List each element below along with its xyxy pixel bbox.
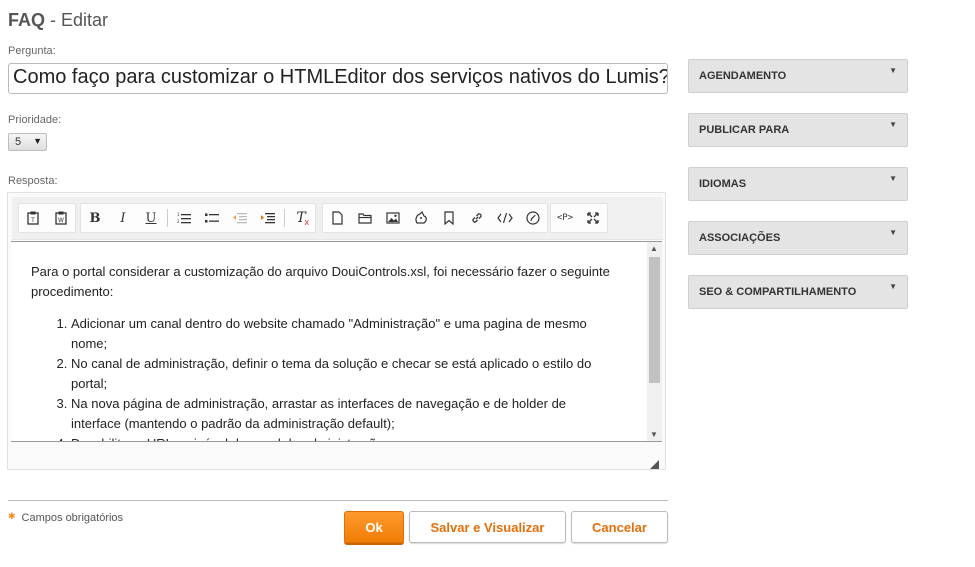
link-icon[interactable] [463, 205, 491, 231]
required-fields-note: ✱ Campos obrigatórios [8, 511, 123, 524]
outdent-icon[interactable] [226, 205, 254, 231]
panel-associacoes[interactable]: ASSOCIAÇÕES ▼ [688, 221, 908, 255]
chevron-down-icon: ▼ [889, 174, 897, 183]
maximize-icon[interactable] [579, 205, 607, 231]
panel-agendamento[interactable]: AGENDAMENTO ▼ [688, 59, 908, 93]
svg-text:T: T [30, 217, 35, 224]
toolbar-group-clipboard: T W [18, 203, 76, 233]
source-code-icon[interactable] [491, 205, 519, 231]
editor-scrollbar[interactable]: ▲ ▼ [647, 242, 662, 441]
open-file-icon[interactable] [351, 205, 379, 231]
chevron-down-icon: ▼ [889, 66, 897, 75]
answer-step: Desabilitar a URL amigável do canal de a… [71, 434, 616, 441]
page-title-action: - Editar [45, 10, 109, 30]
required-fields-text: Campos obrigatórios [21, 512, 124, 524]
html-editor: T W B I U 12 Tx <P> Para o portal consid… [7, 192, 666, 470]
paragraph-tag-icon[interactable]: <P> [551, 205, 579, 231]
new-page-icon[interactable] [323, 205, 351, 231]
answer-step: Adicionar um canal dentro do website cha… [71, 314, 616, 354]
panel-label: AGENDAMENTO [699, 70, 787, 82]
scrollbar-thumb[interactable] [649, 257, 660, 383]
anchor-icon[interactable] [435, 205, 463, 231]
editor-toolbar: T W B I U 12 Tx <P> [12, 197, 663, 240]
panel-publicar-para[interactable]: PUBLICAR PARA ▼ [688, 113, 908, 147]
panel-label: PUBLICAR PARA [699, 124, 790, 136]
underline-icon[interactable]: U [137, 205, 165, 231]
indent-icon[interactable] [254, 205, 282, 231]
toolbar-group-format: B I U 12 Tx [80, 203, 316, 233]
page-title-module: FAQ [8, 10, 46, 30]
chevron-down-icon: ▼ [889, 120, 897, 129]
svg-text:1: 1 [177, 212, 180, 217]
answer-intro: Para o portal considerar a customização … [31, 264, 610, 299]
svg-text:2: 2 [177, 219, 180, 224]
page-title: FAQ - Editar [8, 10, 108, 31]
toolbar-separator [167, 209, 168, 227]
chevron-down-icon: ▼ [889, 228, 897, 237]
question-input[interactable]: Como faço para customizar o HTMLEditor d… [8, 63, 668, 94]
svg-text:W: W [58, 217, 64, 224]
panel-label: SEO & COMPARTILHAMENTO [699, 286, 857, 298]
flash-icon[interactable] [407, 205, 435, 231]
paste-word-icon[interactable]: W [47, 205, 75, 231]
bulleted-list-icon[interactable] [198, 205, 226, 231]
resize-handle-icon[interactable] [650, 456, 659, 469]
priority-select[interactable]: 5 ▼ [8, 133, 47, 151]
answer-document: Para o portal considerar a customização … [31, 262, 616, 441]
paste-text-icon[interactable]: T [19, 205, 47, 231]
priority-label: Prioridade: [8, 114, 62, 126]
panel-label: ASSOCIAÇÕES [699, 232, 781, 244]
special-char-icon[interactable] [519, 205, 547, 231]
image-icon[interactable] [379, 205, 407, 231]
cancel-button[interactable]: Cancelar [571, 511, 668, 543]
panel-idiomas[interactable]: IDIOMAS ▼ [688, 167, 908, 201]
numbered-list-icon[interactable]: 12 [170, 205, 198, 231]
answer-steps-list: Adicionar um canal dentro do website cha… [31, 314, 616, 441]
bold-icon[interactable]: B [81, 205, 109, 231]
scroll-down-icon[interactable]: ▼ [650, 430, 658, 439]
answer-label: Resposta: [8, 175, 58, 187]
chevron-down-icon: ▼ [889, 282, 897, 291]
required-asterisk-icon: ✱ [8, 511, 16, 521]
ok-button[interactable]: Ok [344, 511, 404, 543]
answer-step: Na nova página de administração, arrasta… [71, 394, 616, 434]
panel-seo-compartilhamento[interactable]: SEO & COMPARTILHAMENTO ▼ [688, 275, 908, 309]
scroll-up-icon[interactable]: ▲ [650, 244, 658, 253]
toolbar-group-insert [322, 203, 548, 233]
toolbar-separator [284, 209, 285, 227]
editor-content-area[interactable]: Para o portal considerar a customização … [11, 241, 662, 442]
italic-icon[interactable]: I [109, 205, 137, 231]
priority-selected-value: 5 [15, 136, 22, 148]
toolbar-group-view: <P> [550, 203, 608, 233]
chevron-down-icon: ▼ [33, 136, 42, 146]
footer-divider [8, 500, 668, 501]
panel-label: IDIOMAS [699, 178, 747, 190]
answer-step: No canal de administração, definir o tem… [71, 354, 616, 394]
remove-format-icon[interactable]: Tx [287, 205, 315, 231]
save-and-view-button[interactable]: Salvar e Visualizar [409, 511, 566, 543]
question-label: Pergunta: [8, 45, 56, 57]
